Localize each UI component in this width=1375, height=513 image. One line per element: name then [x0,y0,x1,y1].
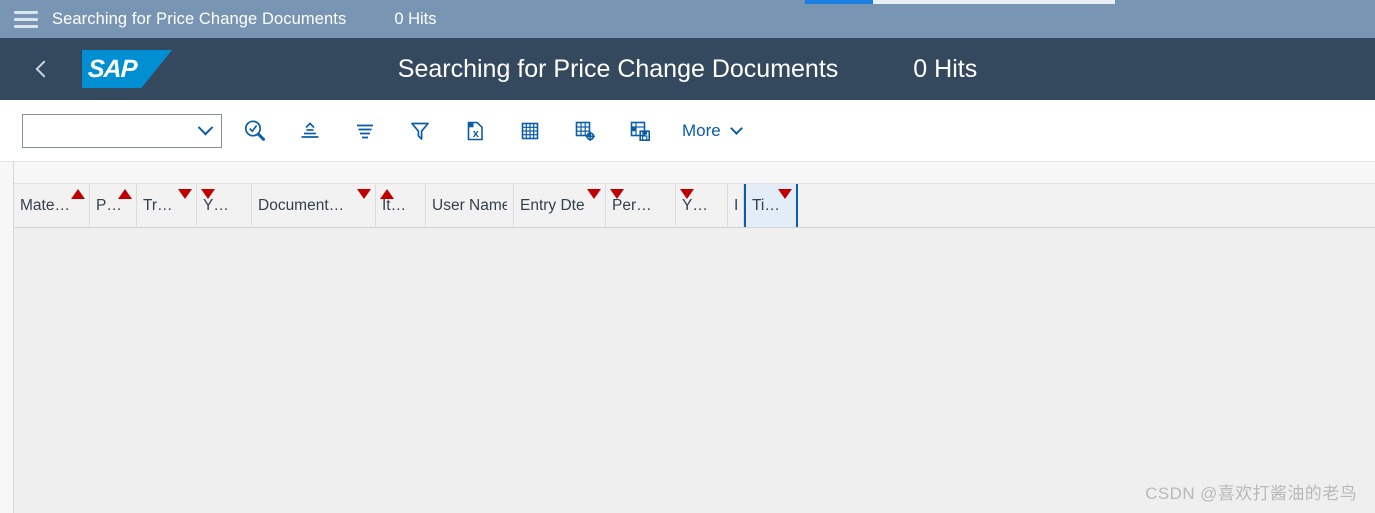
table-column-header[interactable]: It… [376,184,426,227]
sort-down-icon[interactable] [178,189,192,199]
sort-down-icon[interactable] [610,189,624,199]
sort-icon[interactable] [288,111,332,151]
table-column-label: User Name [432,196,507,214]
grid-settings-icon[interactable] [563,111,607,151]
table-column-label: Ti… [752,196,780,214]
back-button[interactable] [20,47,64,91]
table-top-spacer [14,162,1375,184]
svg-text:x: x [473,128,480,140]
sort-down-icon[interactable] [201,189,215,199]
table-toolbar: x More [0,100,1375,162]
table-column-label: It… [382,196,407,214]
sort-up-icon[interactable] [380,189,394,199]
table-column-header[interactable]: Entry Dte [514,184,606,227]
page-title: Searching for Price Change Documents [397,54,839,83]
table-header-row: Mate… P… Tr… Y… Document… It… User Name Entry D… [14,184,1375,228]
table-column-header[interactable]: Mate… [14,184,90,227]
table-column-header[interactable]: Ti… [744,184,798,227]
shell-hits-count: 0 Hits [394,9,437,28]
page-load-progress-fill [805,0,874,4]
table-column-label: It [734,197,737,215]
sort-up-icon[interactable] [118,189,132,199]
page-hits-count: 0 Hits [913,54,978,83]
table-column-label: Y… [203,196,229,214]
layout-variant-select[interactable] [22,113,222,148]
table-column-label: Document… [258,196,345,214]
table-column-header[interactable]: Y… [676,184,728,227]
table-column-label: Y… [682,196,708,214]
sap-logo-text: SAP [87,54,138,83]
sap-logo: SAP [82,50,172,88]
page-title-bar: Searching for Price Change Documents 0 Hi… [0,55,1375,84]
table-column-header[interactable]: Tr… [137,184,197,227]
table-body-empty [14,228,1375,513]
sort-down-icon[interactable] [680,189,694,199]
table-column-label: Per… [612,196,652,214]
table-column-header[interactable]: User Name [426,184,514,227]
table-left-gutter [0,162,14,513]
table-column-header[interactable]: Y… [197,184,252,227]
sort-down-icon[interactable] [357,189,371,199]
sort-down-icon[interactable] [778,189,792,199]
watermark-text: CSDN @喜欢打酱油的老鸟 [1145,484,1357,503]
funnel-icon[interactable] [398,111,442,151]
table-column-label: Mate… [20,196,70,214]
table-column-label: P… [96,196,122,214]
more-actions-label: More [682,120,721,140]
table-column-header[interactable]: P… [90,184,137,227]
sort-down-icon[interactable] [587,189,601,199]
table-column-header[interactable]: Document… [252,184,376,227]
grid-icon[interactable] [508,111,552,151]
search-check-icon[interactable] [233,111,277,151]
shell-bar: Searching for Price Change Documents 0 H… [0,0,1375,38]
table-header-filler [798,184,1375,227]
filter-lines-icon[interactable] [343,111,387,151]
table-content-area: Mate… P… Tr… Y… Document… It… User Name Entry D… [0,162,1375,513]
app-header: SAP Searching for Price Change Documents… [0,38,1375,100]
table-column-label: Tr… [143,196,173,214]
result-table: Mate… P… Tr… Y… Document… It… User Name Entry D… [14,162,1375,513]
more-actions-button[interactable]: More [682,120,743,141]
chevron-down-icon [197,119,214,136]
chevron-down-icon [729,122,743,135]
chevron-left-icon [35,60,53,78]
table-column-header[interactable]: Per… [606,184,676,227]
export-excel-icon[interactable]: x [453,111,497,151]
table-column-label: Entry Dte [520,196,585,214]
grid-save-icon[interactable] [618,111,662,151]
hamburger-icon[interactable] [14,10,38,28]
shell-title: Searching for Price Change Documents [52,9,347,28]
table-column-header[interactable]: It [728,184,744,227]
sort-up-icon[interactable] [71,189,85,199]
